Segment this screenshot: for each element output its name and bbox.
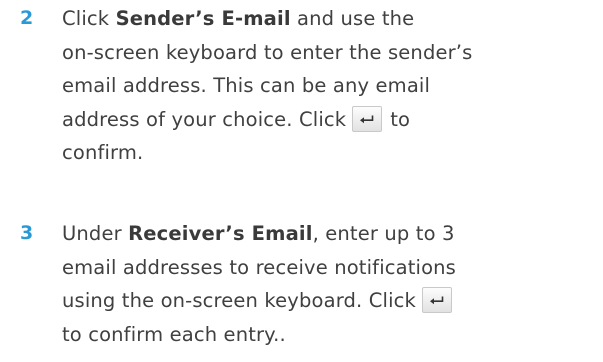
senders-email-term: Sender’s E-mail (115, 7, 291, 30)
step-line: to confirm each entry.. (62, 322, 286, 346)
step-line: email address. This can be any email (62, 74, 431, 97)
step-text: Under Receiver’s Email, enter up to 3 em… (62, 217, 595, 351)
step-text: Click Sender’s E-mail and use the on-scr… (62, 2, 595, 170)
text-fragment: , enter up to 3 (312, 222, 455, 245)
text-fragment: and use the (290, 7, 415, 30)
step-number: 2 (20, 7, 34, 29)
step-2: 2 Click Sender’s E-mail and use the on-s… (20, 2, 595, 170)
enter-key-icon (421, 287, 452, 313)
step-line: on-screen keyboard to enter the sender’s (62, 40, 473, 64)
receivers-email-term: Receiver’s Email (128, 222, 313, 245)
step-line: Under Receiver’s Email, enter up to 3 (62, 217, 595, 251)
text-fragment: Under (62, 222, 129, 245)
step-line: email addresses to receive notifications (62, 255, 456, 279)
text-fragment: to (390, 107, 411, 131)
step-line: Click Sender’s E-mail and use the (62, 2, 595, 36)
text-fragment: using the on-screen keyboard. Click (62, 289, 416, 312)
step-line: using the on-screen keyboard. Click (62, 284, 595, 318)
text-fragment: Click (62, 7, 116, 30)
step-line: address of your choice. Click to (62, 103, 595, 137)
step-3: 3 Under Receiver’s Email, enter up to 3 … (20, 217, 595, 351)
text-fragment: address of your choice. Click (62, 107, 347, 131)
step-line: confirm. (62, 141, 144, 164)
enter-key-icon (352, 105, 383, 132)
step-number: 3 (20, 222, 34, 244)
